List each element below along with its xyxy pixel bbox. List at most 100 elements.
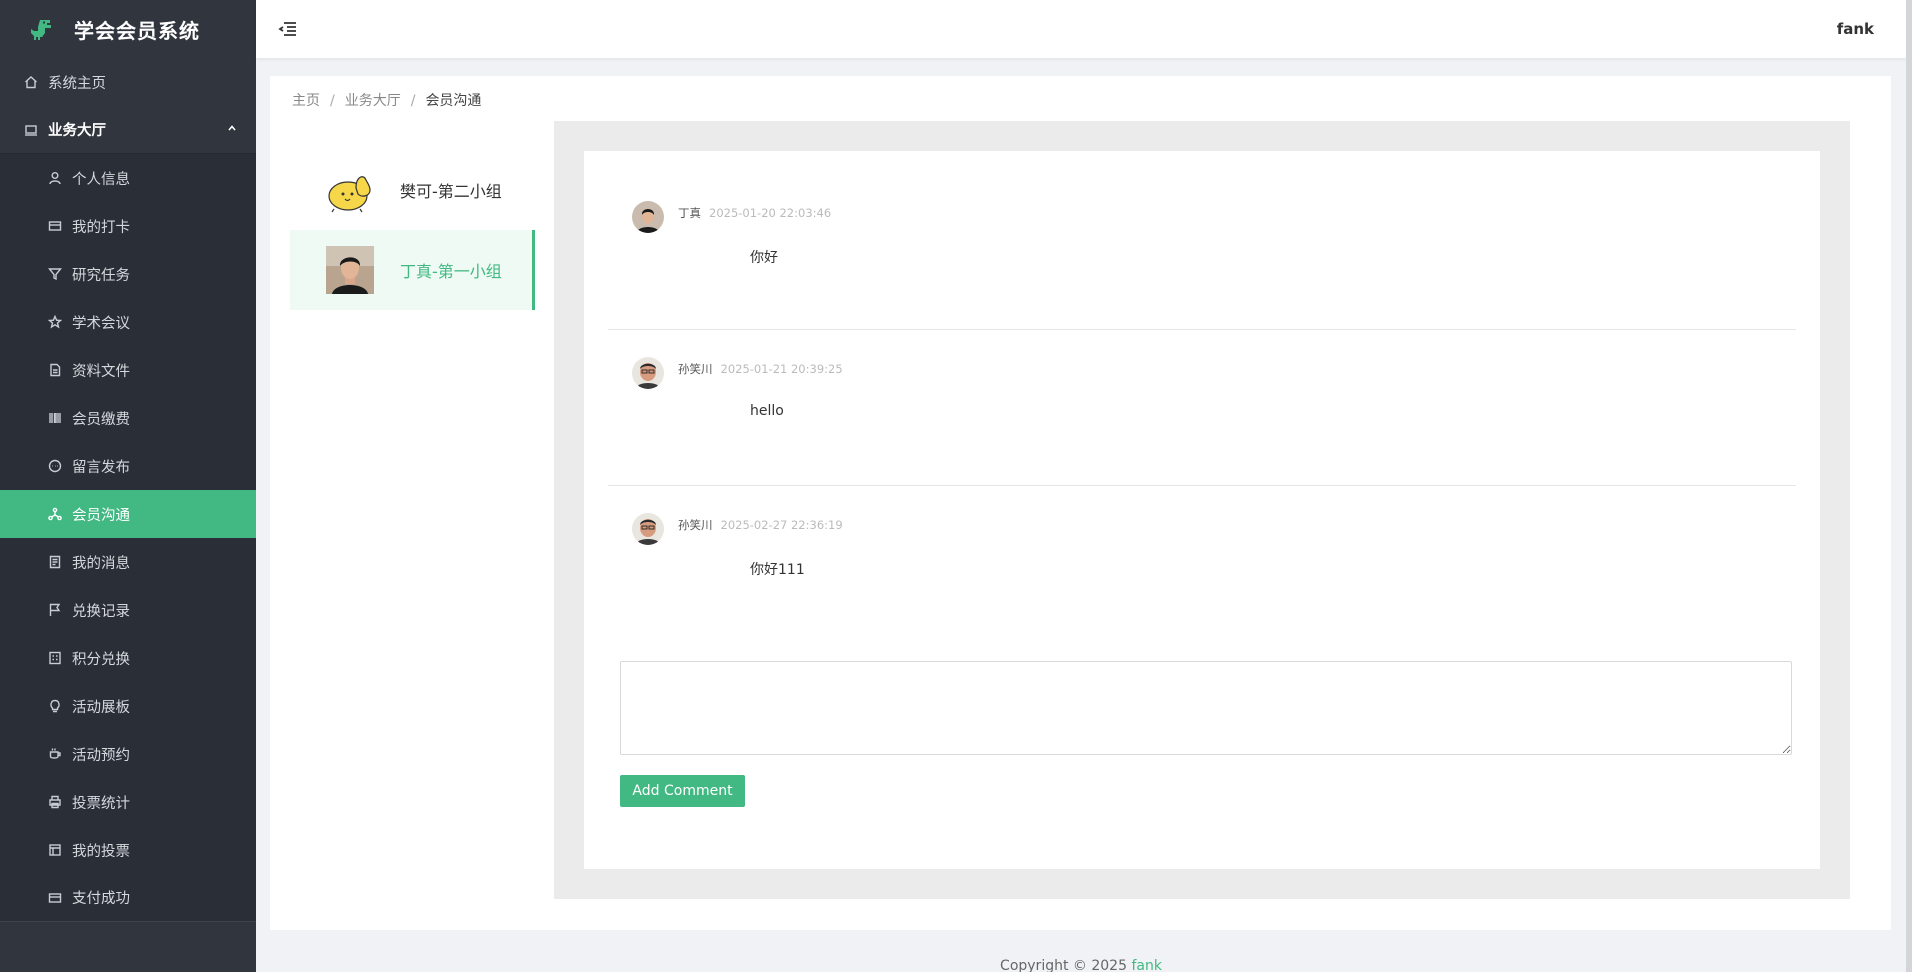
sidebar-item-label: 我的打卡: [72, 219, 130, 236]
content-card: 主页 / 业务大厅 / 会员沟通 樊可-第二小组 丁真-第一小组 丁真 2025…: [270, 76, 1891, 930]
sidebar-item-label: 系统主页: [48, 75, 106, 92]
filter-icon: [48, 267, 62, 281]
sidebar-item-communication[interactable]: 会员沟通: [0, 490, 256, 538]
sidebar-item-label: 活动预约: [72, 747, 130, 764]
bulb-icon: [48, 699, 62, 713]
flag-icon: [48, 603, 62, 617]
sidebar-group-business[interactable]: 业务大厅: [0, 106, 256, 154]
top-header: fank: [256, 0, 1906, 58]
sidebar-item-label: 学术会议: [72, 315, 130, 332]
sidebar-item-checkin[interactable]: 我的打卡: [0, 202, 256, 250]
add-comment-button[interactable]: Add Comment: [620, 775, 745, 807]
sidebar-item-my-messages[interactable]: 我的消息: [0, 538, 256, 586]
comment-input[interactable]: [620, 661, 1792, 755]
breadcrumb-separator: /: [330, 93, 335, 109]
contact-item[interactable]: 樊可-第二小组: [290, 150, 535, 230]
card-icon: [48, 219, 62, 233]
sidebar-item-points-exchange[interactable]: 积分兑换: [0, 634, 256, 682]
sidebar-item-label: 支付成功: [72, 891, 130, 907]
sidebar-item-label: 资料文件: [72, 363, 130, 380]
sidebar-item-research[interactable]: 研究任务: [0, 250, 256, 298]
sidebar-item-label: 我的投票: [72, 843, 130, 860]
avatar: [632, 357, 664, 389]
sidebar-item-vote-stats[interactable]: 投票统计: [0, 778, 256, 826]
card-icon: [48, 891, 62, 905]
footer-copyright: Copyright © 2025: [1000, 958, 1132, 972]
sidebar-item-label: 积分兑换: [72, 651, 130, 668]
sidebar-item-files[interactable]: 资料文件: [0, 346, 256, 394]
star-icon: [48, 315, 62, 329]
sidebar-item-profile[interactable]: 个人信息: [0, 154, 256, 202]
avatar: [326, 246, 374, 294]
sidebar: 学会会员系统 系统主页 业务大厅 个人信息 我的打卡 研究任务 学术会议 资料文…: [0, 0, 256, 972]
breadcrumb-current: 会员沟通: [425, 93, 482, 109]
contact-name: 樊可-第二小组: [400, 182, 502, 201]
user-name[interactable]: fank: [1837, 20, 1874, 38]
breadcrumb-section[interactable]: 业务大厅: [345, 93, 401, 109]
avatar: [326, 166, 374, 214]
sidebar-item-payment-success[interactable]: 支付成功: [0, 874, 256, 922]
breadcrumb-home[interactable]: 主页: [292, 93, 320, 109]
message-meta: 丁真 2025-01-20 22:03:46: [678, 205, 831, 221]
barcode-icon: [48, 411, 62, 425]
app-title: 学会会员系统: [74, 18, 200, 43]
chat-icon: [48, 459, 62, 473]
message-time: 2025-02-27 22:36:19: [720, 518, 843, 532]
message-author: 丁真: [678, 206, 701, 220]
message-author: 孙笑川: [678, 518, 713, 532]
sidebar-group-label: 业务大厅: [48, 123, 106, 139]
sidebar-item-fees[interactable]: 会员缴费: [0, 394, 256, 442]
breadcrumb-separator: /: [410, 93, 416, 109]
sidebar-item-label: 留言发布: [72, 459, 130, 476]
breadcrumb: 主页 / 业务大厅 / 会员沟通: [292, 90, 481, 110]
message-time: 2025-01-20 22:03:46: [709, 206, 832, 220]
chat-body: 丁真 2025-01-20 22:03:46 你好 孙笑川 2025-01-21 2…: [584, 151, 1820, 869]
message-meta: 孙笑川 2025-01-21 20:39:25: [678, 361, 843, 377]
user-icon: [48, 171, 62, 185]
message-text: 你好111: [750, 562, 805, 578]
brand: 学会会员系统: [0, 0, 256, 58]
message-divider: [608, 485, 1796, 486]
sidebar-item-label: 我的消息: [72, 555, 130, 572]
calculator-icon: [48, 651, 62, 665]
contact-list: 樊可-第二小组 丁真-第一小组: [290, 150, 535, 310]
document-icon: [48, 363, 62, 377]
cup-icon: [48, 747, 62, 761]
chat-panel: 丁真 2025-01-20 22:03:46 你好 孙笑川 2025-01-21 2…: [554, 121, 1850, 899]
sidebar-item-messages-board[interactable]: 留言发布: [0, 442, 256, 490]
message-author: 孙笑川: [678, 362, 713, 376]
sidebar-item-my-votes[interactable]: 我的投票: [0, 826, 256, 874]
sidebar-item-label: 兑换记录: [72, 603, 130, 620]
home-icon: [24, 75, 38, 89]
sidebar-item-conference[interactable]: 学术会议: [0, 298, 256, 346]
sidebar-item-label: 个人信息: [72, 171, 130, 188]
message-divider: [608, 329, 1796, 330]
sidebar-item-activity-board[interactable]: 活动展板: [0, 682, 256, 730]
contact-item-active[interactable]: 丁真-第一小组: [290, 230, 535, 310]
sidebar-submenu: 个人信息 我的打卡 研究任务 学术会议 资料文件 会员缴费 留言发布 会员沟通: [0, 154, 256, 922]
contact-name: 丁真-第一小组: [400, 262, 502, 281]
menu-toggle-icon[interactable]: [278, 19, 298, 39]
sidebar-item-home[interactable]: 系统主页: [0, 58, 256, 106]
footer-brand-link[interactable]: fank: [1131, 958, 1162, 972]
sidebar-item-label: 活动展板: [72, 699, 130, 716]
sidebar-item-exchange-records[interactable]: 兑换记录: [0, 586, 256, 634]
message-time: 2025-01-21 20:39:25: [720, 362, 843, 376]
avatar: [632, 513, 664, 545]
sidebar-item-label: 会员沟通: [72, 507, 130, 524]
chevron-up-icon: [228, 125, 236, 131]
dinosaur-logo-icon: [31, 20, 51, 40]
page-scrollbar[interactable]: [1906, 0, 1912, 972]
sidebar-item-label: 研究任务: [72, 267, 130, 284]
footer: Copyright © 2025 fank: [256, 958, 1906, 972]
avatar: [632, 201, 664, 233]
message-text: hello: [750, 403, 784, 419]
message-meta: 孙笑川 2025-02-27 22:36:19: [678, 517, 843, 533]
printer-icon: [48, 795, 62, 809]
sidebar-item-activity-booking[interactable]: 活动预约: [0, 730, 256, 778]
laptop-icon: [24, 123, 38, 137]
receipt-icon: [48, 555, 62, 569]
network-icon: [48, 507, 62, 521]
list-icon: [48, 843, 62, 857]
message-text: 你好: [750, 250, 778, 266]
